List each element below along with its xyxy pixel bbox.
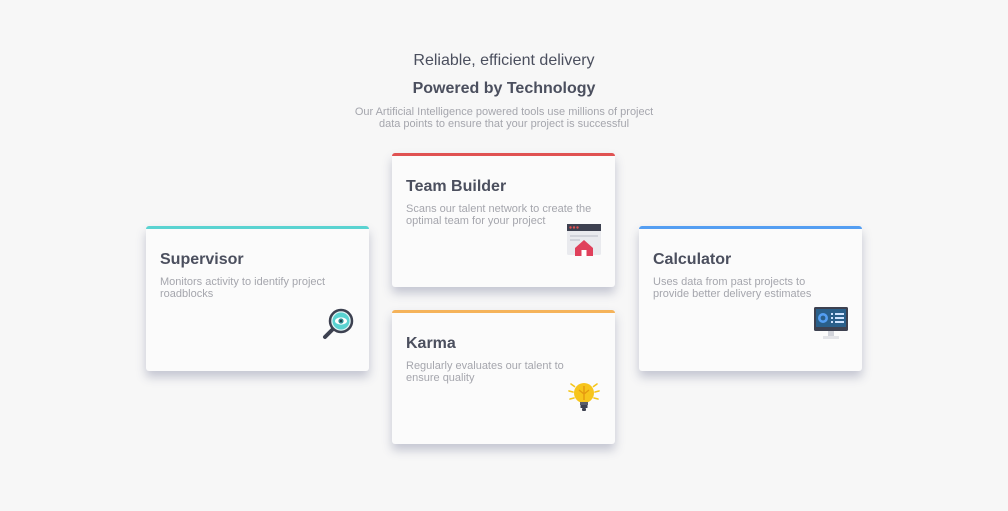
lightbulb-icon xyxy=(568,383,600,411)
page-subtitle: Our Artificial Intelligence powered tool… xyxy=(354,106,654,130)
card-karma: Karma Regularly evaluates our talent to … xyxy=(392,310,615,444)
card-calculator: Calculator Uses data from past projects … xyxy=(639,226,862,371)
page-title: Powered by Technology xyxy=(412,80,596,97)
card-title: Karma xyxy=(406,335,456,352)
card-title: Supervisor xyxy=(160,251,244,268)
tagline: Reliable, efficient delivery xyxy=(413,52,595,69)
card-title: Team Builder xyxy=(406,178,507,195)
card-description: Monitors activity to identify project ro… xyxy=(160,276,326,300)
magnifier-icon xyxy=(323,308,354,339)
card-description: Uses data from past projects to provide … xyxy=(653,276,812,300)
card-team-builder: Team Builder Scans our talent network to… xyxy=(392,153,615,287)
card-supervisor: Supervisor Monitors activity to identify… xyxy=(146,226,369,371)
card-title: Calculator xyxy=(653,251,732,268)
team-builder-icon xyxy=(567,224,601,256)
calculator-monitor-icon xyxy=(814,307,848,339)
